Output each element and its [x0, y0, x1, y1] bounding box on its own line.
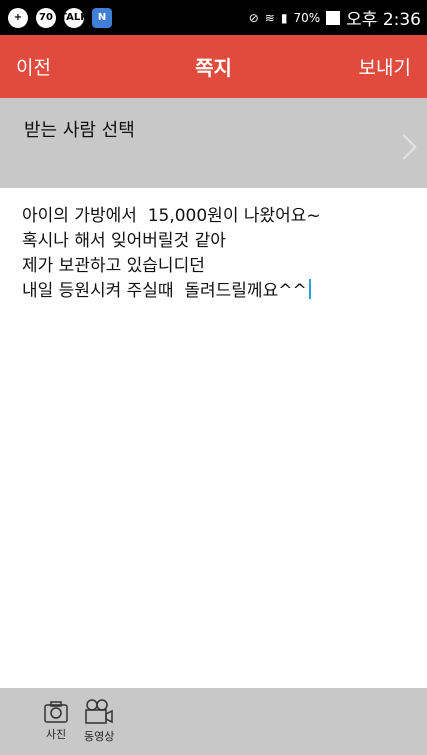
mute-icon: ⊘ [248, 10, 259, 25]
battery-percent: 70% [293, 10, 321, 25]
camera-icon [44, 701, 68, 723]
text-cursor [308, 279, 311, 299]
system-status: ⊘ ≋ ▮ 70% 오후 2:36 [249, 5, 421, 30]
status-bar: + 70 TALK N ⊘ ≋ ▮ 70% 오후 2:36 [0, 0, 427, 35]
status-icons: + 70 TALK N [8, 7, 112, 28]
video-camera-icon [85, 699, 113, 724]
back-button[interactable]: 이전 [16, 53, 51, 80]
wifi-icon: ≋ [264, 10, 275, 25]
message-line: 혹시나 해서 잊어버릴것 같아 [22, 231, 226, 251]
clock: 오후 2:36 [346, 10, 421, 30]
signal-icon: ▮ [280, 10, 288, 25]
recipient-selector[interactable]: 받는 사람 선택 [0, 98, 427, 188]
naver-icon: N [92, 7, 112, 28]
message-line: 내일 등원시켜 주실때 돌려드릴께요^^ [22, 281, 307, 301]
attachment-toolbar: 사진 동영상 [0, 688, 427, 755]
video-label: 동영상 [84, 730, 115, 743]
app-notification-icon: + [8, 7, 28, 28]
video-button[interactable]: 동영상 [84, 699, 114, 744]
photo-label: 사진 [45, 728, 67, 741]
talk-icon: TALK [60, 7, 88, 28]
recipient-label: 받는 사람 선택 [24, 120, 135, 141]
message-editor[interactable]: 아이의 가방에서 15,000원이 나왔어요~ 혹시나 해서 잊어버릴것 같아 … [0, 188, 427, 688]
photo-button[interactable]: 사진 [44, 701, 68, 742]
message-line: 아이의 가방에서 15,000원이 나왔어요~ [22, 206, 321, 226]
send-button[interactable]: 보내기 [359, 53, 411, 80]
count-badge-icon: 70 [36, 7, 56, 28]
app-header: 이전 쪽지 보내기 [0, 35, 427, 98]
message-line: 제가 보관하고 있습니디던 [22, 256, 205, 276]
battery-icon [326, 10, 341, 25]
